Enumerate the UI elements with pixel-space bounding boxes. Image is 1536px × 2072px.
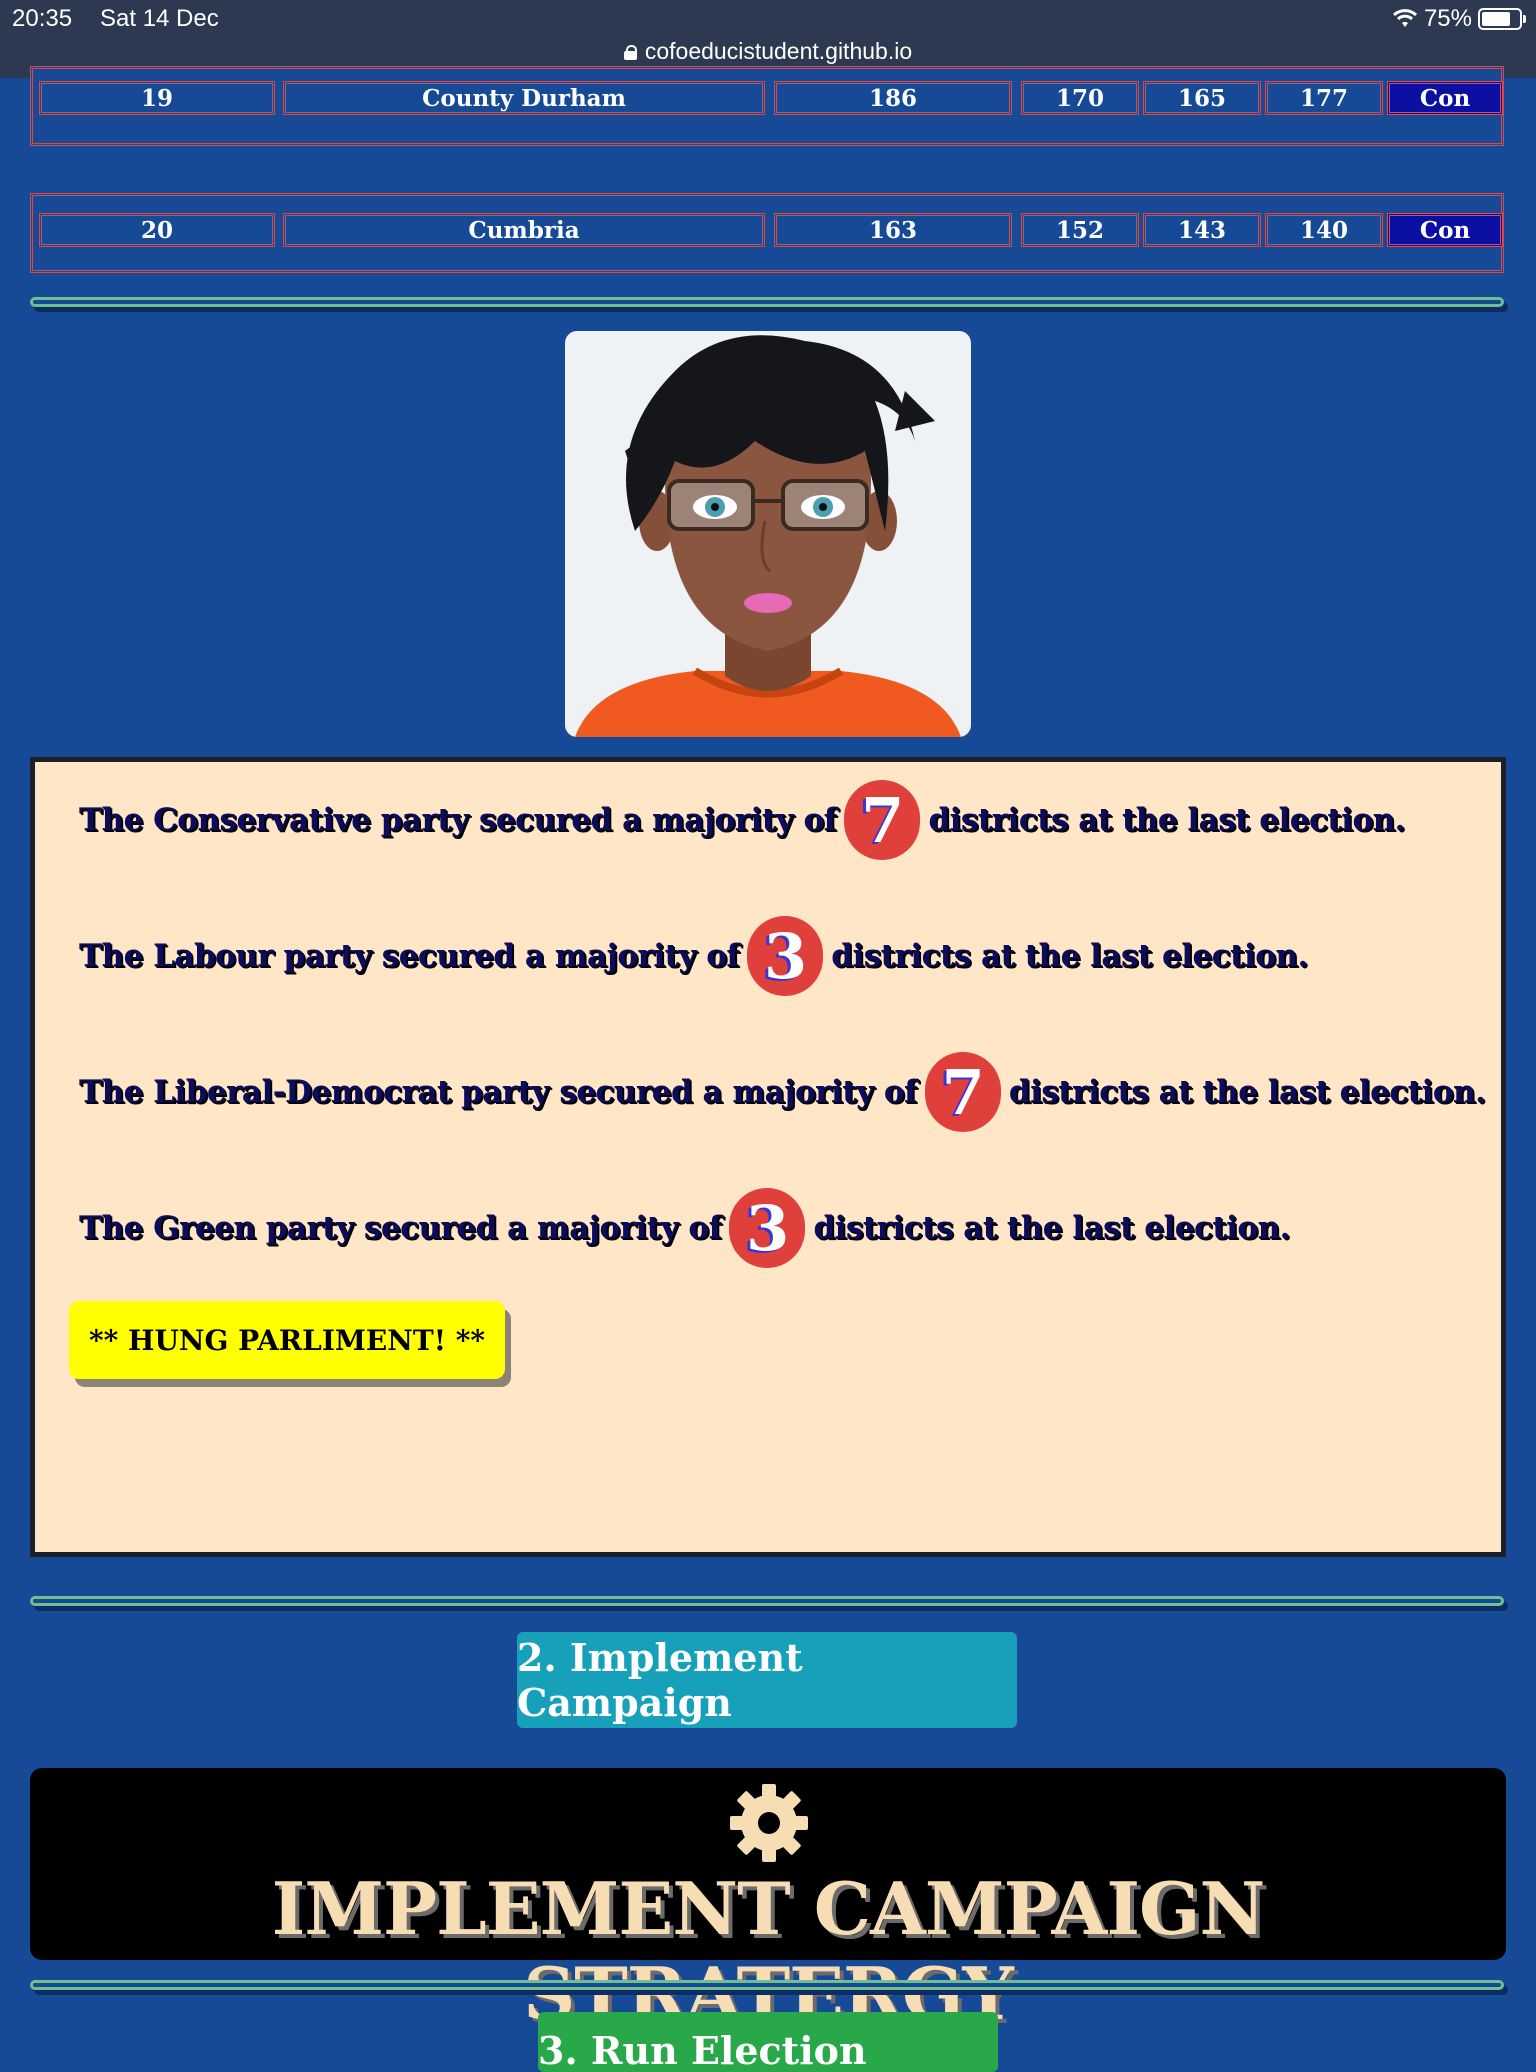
result-line-conservative: The Conservative party secured a majorit…: [79, 780, 1405, 860]
result-prefix: The Green party secured a majority of: [79, 1210, 722, 1246]
vote-cell-2: 152: [1021, 213, 1139, 247]
district-table-19: 19 County Durham 186 170 165 177 Con: [30, 66, 1504, 146]
district-name-cell: Cumbria: [283, 213, 765, 247]
wifi-icon: [1392, 9, 1417, 27]
district-name-cell: County Durham: [283, 81, 765, 115]
vote-cell-1: 186: [774, 81, 1012, 115]
party-cell: Con: [1387, 81, 1503, 115]
result-line-green: The Green party secured a majority of 3 …: [79, 1188, 1290, 1268]
district-count-badge: 7: [924, 1052, 1001, 1132]
section-divider: [30, 297, 1504, 307]
result-prefix: The Conservative party secured a majorit…: [79, 802, 837, 838]
party-cell: Con: [1387, 213, 1503, 247]
election-results-panel: The Conservative party secured a majorit…: [30, 757, 1506, 1557]
result-suffix: districts at the last election.: [831, 938, 1308, 974]
vote-cell-1: 163: [774, 213, 1012, 247]
battery-icon: [1478, 8, 1526, 30]
result-suffix: districts at the last election.: [928, 802, 1405, 838]
section-divider: [30, 1596, 1504, 1606]
table-row: 20 Cumbria 163 152 143 140 Con: [39, 213, 1503, 247]
result-line-libdem: The Liberal-Democrat party secured a maj…: [79, 1052, 1486, 1132]
result-line-labour: The Labour party secured a majority of 3…: [79, 916, 1308, 996]
lock-icon: [623, 45, 637, 60]
vote-cell-4: 177: [1265, 81, 1383, 115]
vote-cell-3: 165: [1143, 81, 1261, 115]
vote-cell-4: 140: [1265, 213, 1383, 247]
status-indicators: 75%: [1392, 5, 1526, 33]
result-suffix: districts at the last election.: [813, 1210, 1290, 1246]
gear-icon: [730, 1784, 808, 1862]
hung-parliament-badge: ** HUNG PARLIMENT! **: [69, 1301, 505, 1379]
district-count-badge: 3: [729, 1188, 806, 1268]
district-id-cell: 20: [39, 213, 275, 247]
vote-cell-3: 143: [1143, 213, 1261, 247]
status-time: 20:35: [12, 5, 73, 32]
battery-percent: 75%: [1423, 5, 1472, 32]
result-prefix: The Liberal-Democrat party secured a maj…: [79, 1074, 917, 1110]
result-prefix: The Labour party secured a majority of: [79, 938, 740, 974]
advisor-avatar: [565, 331, 971, 737]
status-date: Sat 14 Dec: [100, 5, 219, 32]
strategy-banner: IMPLEMENT CAMPAIGN STRATERGY: [30, 1768, 1506, 2036]
address-bar[interactable]: cofoeducistudent.github.io: [0, 38, 1536, 65]
district-id-cell: 19: [39, 81, 275, 115]
result-suffix: districts at the last election.: [1008, 1074, 1486, 1110]
district-count-badge: 7: [844, 780, 921, 860]
implement-campaign-button[interactable]: 2. Implement Campaign: [517, 1632, 1017, 1728]
url-text: cofoeducistudent.github.io: [644, 38, 913, 64]
table-row: 19 County Durham 186 170 165 177 Con: [39, 81, 1503, 115]
avatar-illustration: [575, 335, 961, 737]
run-election-button[interactable]: 3. Run Election Stage: [538, 2012, 998, 2072]
banner-title: IMPLEMENT CAMPAIGN STRATERGY: [271, 1866, 1266, 2036]
district-table-20: 20 Cumbria 163 152 143 140 Con: [30, 193, 1504, 273]
district-count-badge: 3: [747, 916, 824, 996]
section-divider: [30, 1980, 1504, 1990]
vote-cell-2: 170: [1021, 81, 1139, 115]
